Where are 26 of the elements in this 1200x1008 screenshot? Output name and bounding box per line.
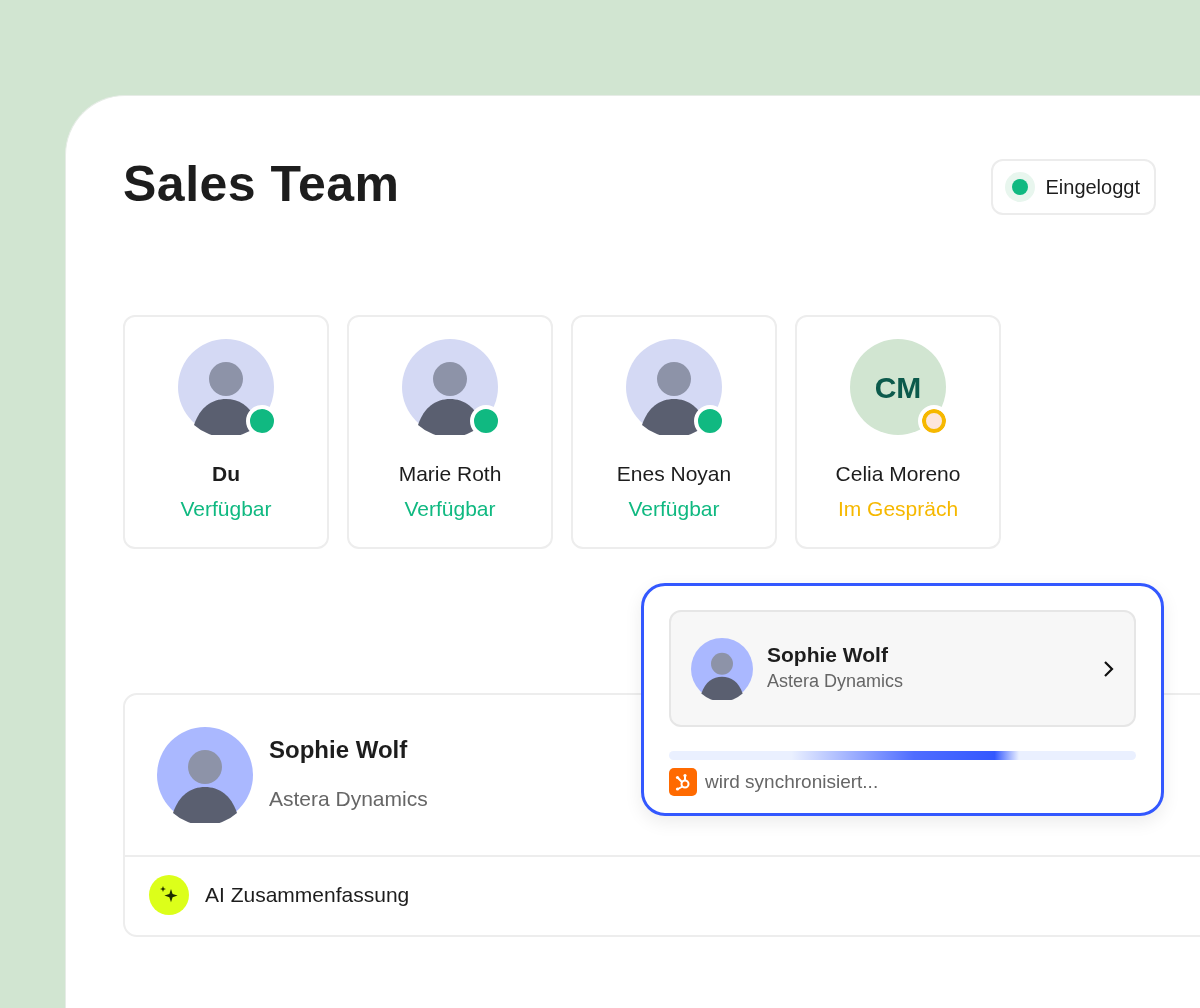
contact-company: Astera Dynamics	[767, 669, 905, 693]
hub-icon	[669, 768, 697, 797]
member-card[interactable]: Du Verfügbar	[123, 315, 329, 549]
member-card[interactable]: CM Celia Moreno Im Gespräch	[795, 315, 1001, 549]
avatar-placeholder	[691, 637, 753, 700]
page-title: Sales Team	[123, 155, 400, 214]
sparkle-icon	[149, 875, 189, 915]
contact-name: Sophie Wolf	[269, 735, 409, 765]
member-name: Marie Roth	[398, 461, 502, 487]
member-name: Du	[212, 461, 240, 487]
sync-status-text: wird synchronisiert...	[705, 770, 879, 794]
contact-name: Sophie Wolf	[767, 642, 889, 668]
member-status: Verfügbar	[628, 496, 720, 522]
member-status: Verfügbar	[180, 496, 272, 522]
ai-summary-label[interactable]: AI Zusammenfassung	[205, 879, 410, 911]
member-status: Im Gespräch	[837, 496, 959, 522]
member-name: Enes Noyan	[616, 461, 732, 487]
status-label: Eingeloggt	[1045, 175, 1140, 200]
chevron-right-icon	[1102, 659, 1114, 678]
member-card[interactable]: Enes Noyan Verfügbar	[571, 315, 777, 549]
member-status: Verfügbar	[404, 496, 496, 522]
member-name: Celia Moreno	[835, 461, 961, 487]
avatar-initials: CM	[850, 339, 946, 435]
member-card[interactable]: Marie Roth Verfügbar	[347, 315, 553, 549]
contact-company: Astera Dynamics	[269, 785, 428, 812]
contact-row[interactable]: Sophie Wolf Astera Dynamics	[669, 610, 1136, 727]
